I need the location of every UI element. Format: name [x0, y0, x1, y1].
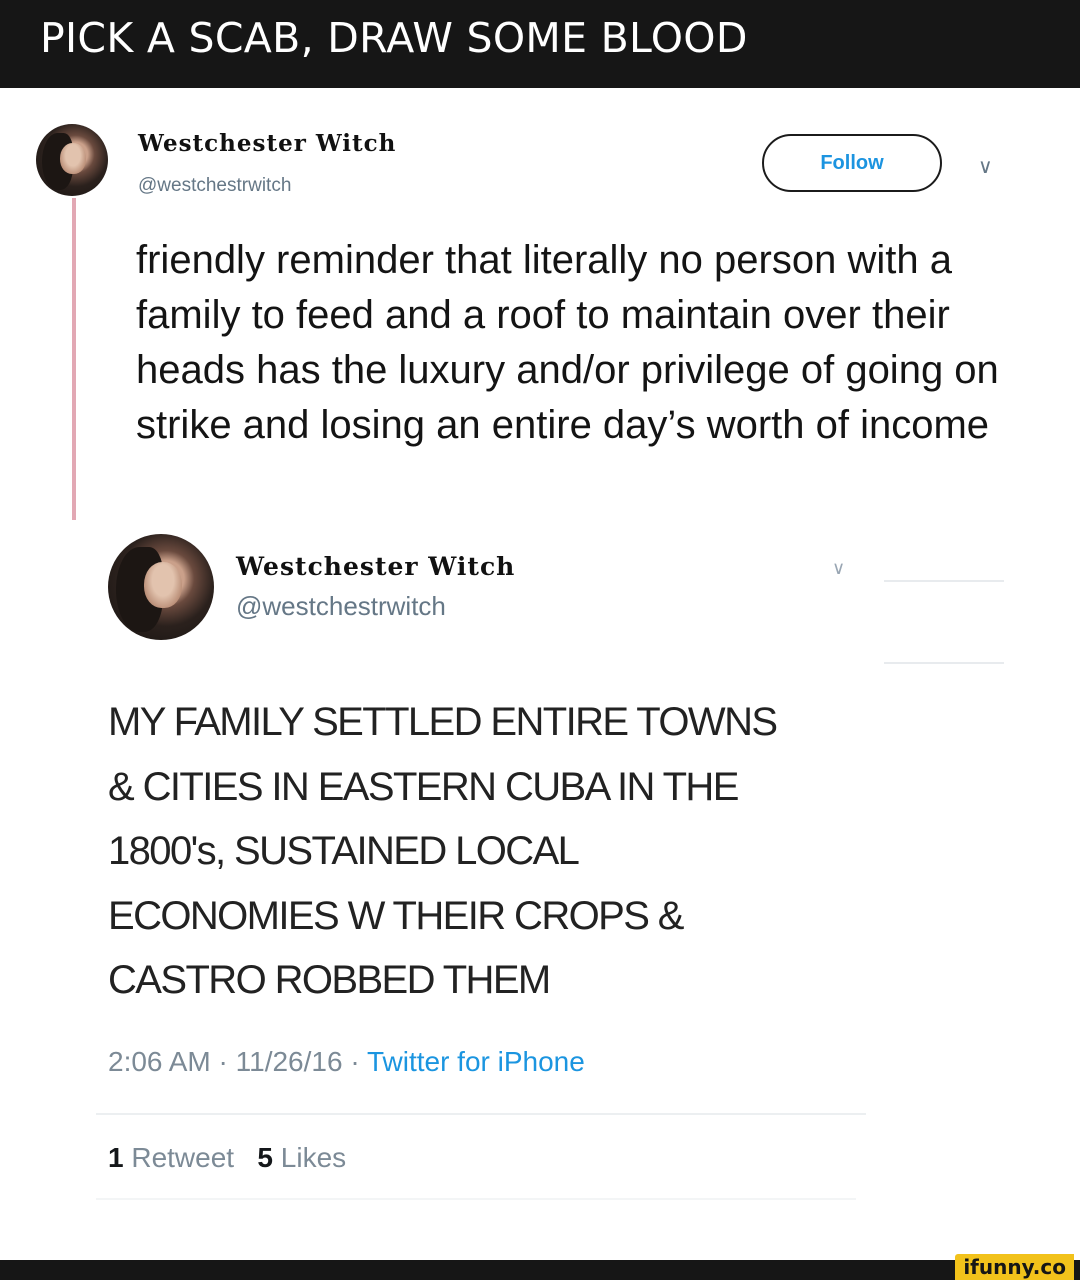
retweet-stat[interactable]: 1 Retweet: [108, 1142, 234, 1173]
divider: [884, 662, 1004, 664]
tweet-date[interactable]: 11/26/16: [236, 1046, 343, 1077]
retweet-count: 1: [108, 1142, 124, 1173]
thread-line: [72, 198, 76, 520]
display-name[interactable]: Westchester Witch: [138, 130, 396, 157]
display-name[interactable]: Westchester Witch: [236, 552, 515, 581]
tweet-text: MY FAMILY SETTLED ENTIRE TOWNS & CITIES …: [108, 690, 888, 1013]
user-handle[interactable]: @westchestrwitch: [138, 175, 291, 197]
tweet-stats: 1 Retweet 5 Likes: [108, 1142, 346, 1174]
chevron-down-icon[interactable]: ∨: [832, 558, 845, 579]
tweet-text-line: ECONOMIES W THEIR CROPS &: [108, 893, 684, 938]
divider: [884, 580, 1004, 582]
tweet-text-line: 1800's, SUSTAINED LOCAL: [108, 829, 580, 873]
tweet-text-line: MY FAMILY SETTLED ENTIRE TOWNS: [108, 700, 778, 744]
separator: ·: [350, 1046, 360, 1077]
avatar[interactable]: [108, 534, 214, 640]
tweet-text-line: & CITIES IN EASTERN CUBA IN THE: [108, 764, 739, 809]
chevron-down-icon[interactable]: ∨: [978, 154, 993, 179]
follow-button[interactable]: Follow: [762, 134, 942, 192]
user-handle[interactable]: @westchestrwitch: [236, 591, 446, 622]
avatar[interactable]: [36, 124, 108, 196]
likes-count: 5: [257, 1142, 273, 1173]
tweet-text: friendly reminder that literally no pers…: [136, 238, 999, 447]
likes-stat[interactable]: 5 Likes: [257, 1142, 346, 1173]
tweet-time[interactable]: 2:06 AM: [108, 1046, 211, 1077]
ifunny-watermark: ifunny.co: [955, 1254, 1074, 1280]
divider: [96, 1113, 866, 1115]
tweet-text-line: CASTRO ROBBED THEM: [108, 958, 551, 1002]
meme-caption-banner: PICK A SCAB, DRAW SOME BLOOD: [0, 0, 1080, 88]
divider: [96, 1198, 856, 1200]
likes-label: Likes: [280, 1142, 347, 1173]
tweet-source-link[interactable]: Twitter for iPhone: [367, 1046, 585, 1077]
tweet-metadata: 2:06 AM · 11/26/16 · Twitter for iPhone: [108, 1046, 585, 1078]
footer-bar: [0, 1260, 1080, 1280]
separator: ·: [218, 1046, 228, 1077]
retweet-label: Retweet: [131, 1142, 235, 1173]
